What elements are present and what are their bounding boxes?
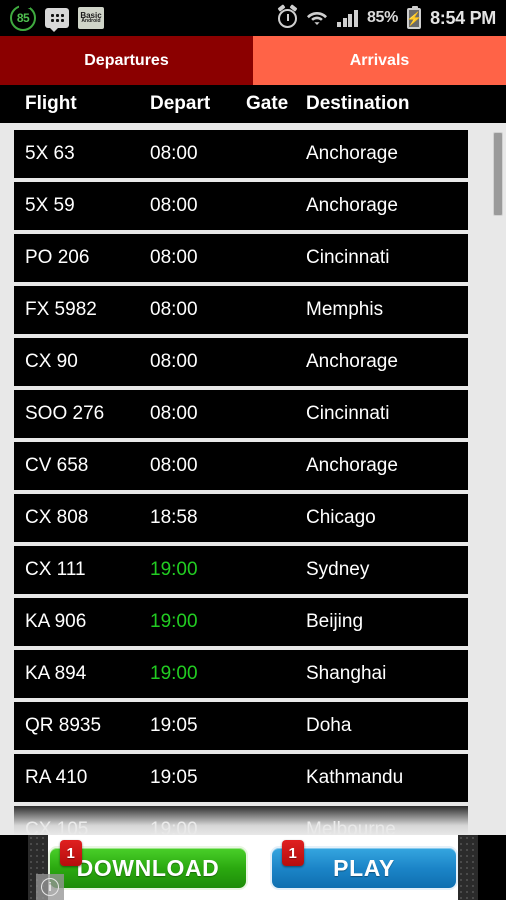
column-header-row: Flight Depart Gate Destination bbox=[0, 85, 506, 123]
table-row-flight: KA 906 bbox=[25, 611, 87, 632]
table-row-flight: RA 410 bbox=[25, 767, 88, 788]
table-row-dest: Shanghai bbox=[306, 663, 387, 684]
battery-percent-label: 85% bbox=[366, 9, 399, 26]
table-row-depart: 19:00 bbox=[150, 611, 198, 632]
column-header-flight: Flight bbox=[25, 93, 77, 114]
tab-departures[interactable]: Departures bbox=[0, 36, 253, 85]
table-row[interactable]: CV 658 08:00 Anchorage bbox=[14, 442, 468, 490]
column-header-depart: Depart bbox=[150, 93, 211, 114]
table-row-flight: CX 90 bbox=[25, 351, 78, 372]
download-button[interactable]: DOWNLOAD 1 bbox=[48, 840, 248, 890]
play-badge: 1 bbox=[282, 840, 304, 866]
table-row-flight: 5X 63 bbox=[25, 143, 75, 164]
table-row-flight: SOO 276 bbox=[25, 403, 105, 424]
scrollbar-track[interactable] bbox=[488, 123, 506, 835]
table-row-dest: Cincinnati bbox=[306, 403, 390, 424]
table-row[interactable]: SOO 276 08:00 Cincinnati bbox=[14, 390, 468, 438]
table-row-depart: 19:00 bbox=[150, 819, 198, 835]
battery-charging-icon: ⚡ bbox=[405, 5, 423, 29]
table-row-dest: Anchorage bbox=[306, 351, 398, 372]
table-row[interactable]: CX 111 19:00 Sydney bbox=[14, 546, 468, 594]
cellular-signal-icon bbox=[337, 9, 358, 27]
table-row-depart: 18:58 bbox=[150, 507, 198, 528]
table-row-dest: Beijing bbox=[306, 611, 364, 632]
table-row-depart: 08:00 bbox=[150, 403, 198, 424]
alarm-clock-icon bbox=[278, 8, 298, 28]
flight-rows-container: 5X 63 08:00 Anchorage 5X 59 08:00 Anchorage PO… bbox=[0, 130, 506, 835]
table-row-dest: Chicago bbox=[306, 507, 376, 528]
table-row-flight: CV 658 bbox=[25, 455, 89, 476]
table-row-depart: 08:00 bbox=[150, 351, 198, 372]
table-row-flight: 5X 59 bbox=[25, 195, 75, 216]
table-row-flight: KA 894 bbox=[25, 663, 87, 684]
table-row[interactable]: 5X 59 08:00 Anchorage bbox=[14, 182, 468, 230]
table-row-dest: Kathmandu bbox=[306, 767, 404, 788]
table-row-dest: Anchorage bbox=[306, 455, 398, 476]
battery-85-circle-icon: 85 bbox=[10, 4, 36, 31]
table-row-depart: 08:00 bbox=[150, 299, 198, 320]
status-bar-notifications: 85 Basic Android bbox=[10, 4, 104, 32]
download-badge: 1 bbox=[60, 840, 82, 866]
table-row-flight: QR 8935 bbox=[25, 715, 102, 736]
departures-list[interactable]: 5X 63 08:00 Anchorage 5X 59 08:00 Anchorage PO… bbox=[0, 123, 506, 835]
table-row[interactable]: KA 894 19:00 Shanghai bbox=[14, 650, 468, 698]
battery-circle-value: 85 bbox=[16, 11, 30, 25]
wifi-signal-icon bbox=[306, 9, 328, 27]
table-row-dest: Sydney bbox=[306, 559, 370, 580]
tab-bar: Departures Arrivals bbox=[0, 36, 506, 85]
app-icon-line3: Android bbox=[81, 18, 101, 25]
table-row[interactable]: QR 8935 19:05 Doha bbox=[14, 702, 468, 750]
column-header-destination: Destination bbox=[306, 93, 410, 114]
table-row[interactable]: CX 105 19:00 Melbourne bbox=[14, 806, 468, 835]
table-row-flight: CX 111 bbox=[25, 559, 86, 580]
tab-arrivals[interactable]: Arrivals bbox=[253, 36, 506, 85]
table-row[interactable]: KA 906 19:00 Beijing bbox=[14, 598, 468, 646]
status-bar: 85 Basic Android 85% ⚡ 8:54 PM bbox=[0, 0, 506, 36]
table-row-dest: Melbourne bbox=[306, 819, 396, 835]
table-row-flight: CX 808 bbox=[25, 507, 89, 528]
table-row[interactable]: FX 5982 08:00 Memphis bbox=[14, 286, 468, 334]
table-row-flight: FX 5982 bbox=[25, 299, 97, 320]
table-row[interactable]: 5X 63 08:00 Anchorage bbox=[14, 130, 468, 178]
table-row-depart: 19:05 bbox=[150, 767, 198, 788]
table-row[interactable]: CX 808 18:58 Chicago bbox=[14, 494, 468, 542]
vertical-scrollbar[interactable] bbox=[494, 133, 502, 215]
ad-banner[interactable]: DOWNLOAD 1 PLAY 1 i bbox=[0, 835, 506, 900]
table-row[interactable]: CX 90 08:00 Anchorage bbox=[14, 338, 468, 386]
column-header-gate: Gate bbox=[246, 93, 289, 114]
download-button-label: DOWNLOAD bbox=[76, 854, 220, 881]
table-row-dest: Cincinnati bbox=[306, 247, 390, 268]
table-row-depart: 19:00 bbox=[150, 559, 198, 580]
table-row-dest: Memphis bbox=[306, 299, 384, 320]
table-row-depart: 08:00 bbox=[150, 247, 198, 268]
charging-bolt-glyph: ⚡ bbox=[405, 10, 423, 26]
table-row-flight: CX 105 bbox=[25, 819, 89, 835]
table-row[interactable]: PO 206 08:00 Cincinnati bbox=[14, 234, 468, 282]
phone-screen: 85 Basic Android 85% ⚡ 8:54 PM Departure… bbox=[0, 0, 506, 900]
bbm-messenger-icon bbox=[45, 8, 69, 32]
ad-info-glyph: i bbox=[41, 878, 59, 896]
table-row-dest: Anchorage bbox=[306, 143, 398, 164]
ad-texture-right bbox=[458, 835, 478, 900]
ad-content: DOWNLOAD 1 PLAY 1 bbox=[48, 835, 458, 900]
table-row-depart: 08:00 bbox=[150, 143, 198, 164]
basic4android-app-icon: Basic Android bbox=[78, 7, 104, 29]
table-row[interactable]: RA 410 19:05 Kathmandu bbox=[14, 754, 468, 802]
table-row-depart: 19:05 bbox=[150, 715, 198, 736]
table-row-depart: 08:00 bbox=[150, 195, 198, 216]
table-row-flight: PO 206 bbox=[25, 247, 90, 268]
table-row-dest: Doha bbox=[306, 715, 352, 736]
status-bar-system: 85% ⚡ 8:54 PM bbox=[278, 5, 496, 29]
table-row-dest: Anchorage bbox=[306, 195, 398, 216]
play-button-label: PLAY bbox=[333, 854, 395, 881]
status-bar-clock: 8:54 PM bbox=[430, 7, 496, 28]
table-row-depart: 08:00 bbox=[150, 455, 198, 476]
ad-info-icon[interactable]: i bbox=[36, 874, 64, 900]
play-button[interactable]: PLAY 1 bbox=[270, 840, 458, 890]
table-row-depart: 19:00 bbox=[150, 663, 198, 684]
